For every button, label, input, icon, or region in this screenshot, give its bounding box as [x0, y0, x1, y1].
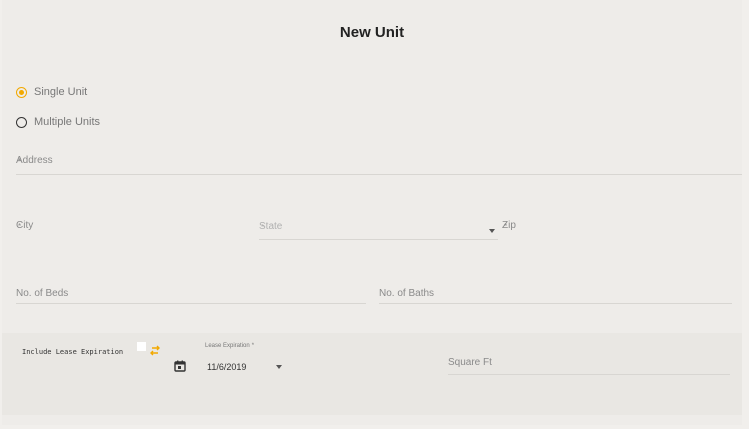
square-ft-field[interactable]: Square Ft: [448, 352, 730, 375]
address-field[interactable]: Address *: [16, 154, 742, 175]
city-field[interactable]: City *: [16, 219, 236, 239]
include-lease-label: Include Lease Expiration: [22, 348, 124, 356]
state-select[interactable]: State *: [259, 219, 498, 240]
square-ft-label: Square Ft: [448, 357, 492, 368]
chevron-down-icon[interactable]: [276, 365, 282, 369]
include-lease-checkbox[interactable]: [137, 342, 146, 351]
page-title: New Unit: [339, 24, 405, 41]
radio-unchecked-icon: [16, 116, 27, 128]
radio-single-unit-label: Single Unit: [34, 86, 88, 98]
lease-expiration-label: Lease Expiration *: [205, 343, 255, 349]
swap-icon[interactable]: [149, 344, 161, 356]
baths-label: No. of Baths: [379, 288, 435, 299]
zip-field[interactable]: Zip *: [502, 219, 732, 239]
required-marker: *: [261, 223, 265, 232]
calendar-icon[interactable]: [174, 360, 186, 372]
lease-expiration-value[interactable]: 11/6/2019: [207, 362, 246, 372]
address-label: Address: [16, 155, 53, 166]
beds-label: No. of Beds: [16, 288, 69, 299]
required-marker: *: [18, 222, 22, 231]
chevron-down-icon: [489, 229, 495, 233]
baths-field[interactable]: No. of Baths: [379, 283, 732, 304]
radio-single-unit[interactable]: Single Unit: [16, 86, 87, 98]
radio-checked-icon: [16, 86, 27, 98]
radio-multiple-units-label: Multiple Units: [34, 116, 101, 128]
beds-field[interactable]: No. of Beds: [16, 283, 366, 304]
required-marker: *: [18, 157, 22, 166]
required-marker: *: [504, 222, 508, 231]
radio-multiple-units[interactable]: Multiple Units: [16, 116, 100, 128]
